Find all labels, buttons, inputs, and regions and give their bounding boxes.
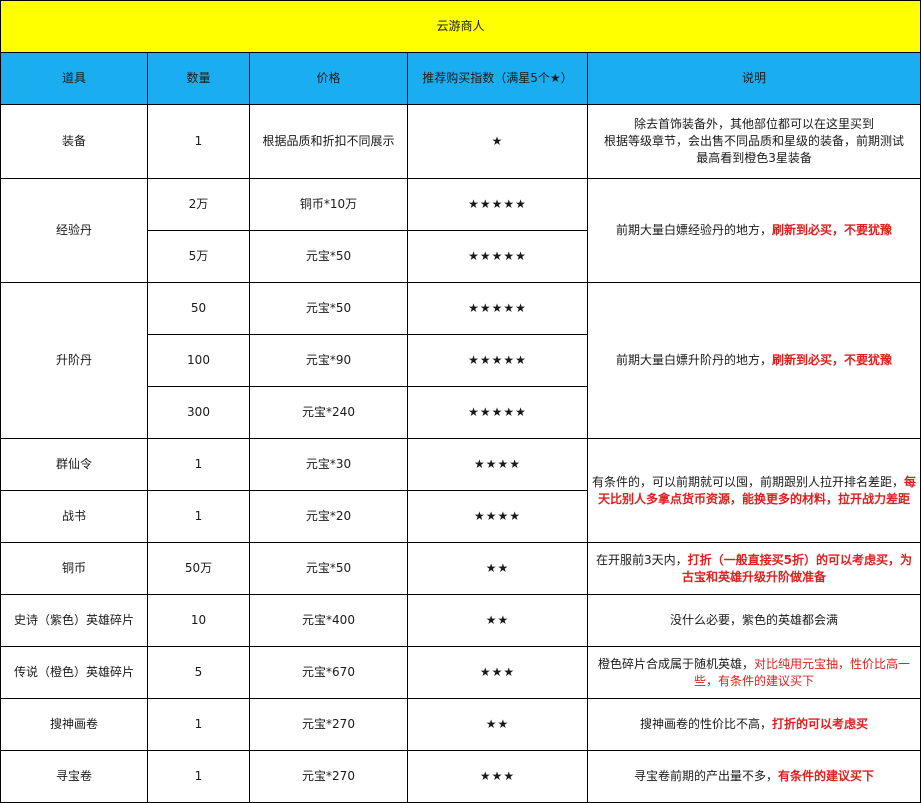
desc-text: 前期大量白嫖升阶丹的地方， (616, 353, 773, 367)
table-row: 铜币 50万 元宝*50 ★★ 在开服前3天内，打折（一般直接买5折）的可以考虑… (0, 542, 921, 595)
desc-text: 前期大量白嫖经验丹的地方， (616, 223, 773, 237)
price-cell: 元宝*270 (249, 698, 408, 751)
header-item: 道具 (0, 52, 148, 105)
desc-cell: 前期大量白嫖升阶丹的地方，刷新到必买，不要犹豫 (586, 282, 921, 439)
desc-text: 在开服前3天内， (596, 552, 688, 567)
rating-cell: ★★ (407, 698, 588, 751)
item-cell: 装备 (0, 104, 148, 179)
qty-cell: 5万 (147, 230, 250, 283)
desc-cell: 寻宝卷前期的产出量不多，有条件的建议买下 (586, 750, 921, 803)
price-cell: 铜币*10万 (249, 178, 408, 231)
item-cell: 传说（橙色）英雄碎片 (0, 646, 148, 699)
rating-cell: ★★★★ (407, 490, 588, 543)
table-row: 装备 1 根据品质和折扣不同展示 ★ 除去首饰装备外，其他部位都可以在这里买到 … (0, 104, 921, 179)
qty-cell: 1 (147, 698, 250, 751)
price-cell: 元宝*240 (249, 386, 408, 439)
qty-cell: 1 (147, 438, 250, 491)
desc-highlight: 刷新到必买，不要犹豫 (772, 223, 893, 237)
item-cell: 战书 (0, 490, 148, 543)
rating-cell: ★★★★★ (407, 282, 588, 335)
price-cell: 元宝*50 (249, 282, 408, 335)
qty-cell: 5 (147, 646, 250, 699)
rating-cell: ★★★★★ (407, 178, 588, 231)
header-price: 价格 (249, 52, 408, 105)
desc-cell: 前期大量白嫖经验丹的地方，刷新到必买，不要犹豫 (586, 178, 921, 283)
header-row: 道具 数量 价格 推荐购买指数（满星5个★） 说明 (0, 52, 921, 105)
item-cell: 寻宝卷 (0, 750, 148, 803)
price-cell: 元宝*670 (249, 646, 408, 699)
table-row: 经验丹 2万 铜币*10万 ★★★★★ 前期大量白嫖经验丹的地方，刷新到必买，不… (0, 178, 921, 283)
desc-line: 根据等级章节，会出售不同品质和星级的装备，前期测试 (604, 134, 905, 148)
table-row: 传说（橙色）英雄碎片 5 元宝*670 ★★★ 橙色碎片合成属于随机英雄，对比纯… (0, 646, 921, 699)
header-qty: 数量 (147, 52, 250, 105)
rating-cell: ★★★ (407, 646, 588, 699)
desc-cell: 橙色碎片合成属于随机英雄，对比纯用元宝抽，性价比高一些，有条件的建议买下 (586, 646, 921, 699)
desc-cell: 在开服前3天内，打折（一般直接买5折）的可以考虑买，为古宝和英雄升级升阶做准备 (586, 542, 921, 595)
qty-cell: 1 (147, 750, 250, 803)
price-cell: 元宝*270 (249, 750, 408, 803)
price-cell: 根据品质和折扣不同展示 (249, 104, 408, 179)
desc-cell: 有条件的，可以前期就可以囤，前期跟别人拉开排名差距，每天比别人多拿点货币资源，能… (586, 438, 921, 543)
item-cell: 搜神画卷 (0, 698, 148, 751)
desc-line: 最高看到橙色3星装备 (696, 151, 812, 165)
desc-text: 有条件的，可以前期就可以囤，前期跟别人拉开排名差距， (592, 474, 905, 489)
desc-cell: 除去首饰装备外，其他部位都可以在这里买到 根据等级章节，会出售不同品质和星级的装… (586, 104, 921, 179)
qty-cell: 300 (147, 386, 250, 439)
desc-cell: 搜神画卷的性价比不高，打折的可以考虑买 (586, 698, 921, 751)
item-cell: 史诗（紫色）英雄碎片 (0, 594, 148, 647)
header-desc: 说明 (586, 52, 921, 105)
rating-cell: ★★ (407, 542, 588, 595)
table-row: 群仙令 1 元宝*30 ★★★★ 有条件的，可以前期就可以囤，前期跟别人拉开排名… (0, 438, 921, 543)
price-cell: 元宝*50 (249, 230, 408, 283)
merchant-table: 云游商人 道具 数量 价格 推荐购买指数（满星5个★） 说明 装备 1 根据品质… (0, 0, 921, 803)
desc-text: 搜神画卷的性价比不高， (640, 717, 773, 731)
qty-cell: 50 (147, 282, 250, 335)
item-cell: 经验丹 (0, 178, 148, 283)
qty-cell: 100 (147, 334, 250, 387)
table-row: 寻宝卷 1 元宝*270 ★★★ 寻宝卷前期的产出量不多，有条件的建议买下 (0, 750, 921, 803)
rating-cell: ★ (407, 104, 588, 179)
desc-highlight: 刷新到必买，不要犹豫 (772, 353, 893, 367)
price-cell: 元宝*50 (249, 542, 408, 595)
table-title: 云游商人 (0, 0, 921, 53)
item-cell: 群仙令 (0, 438, 148, 491)
rating-cell: ★★★★★ (407, 230, 588, 283)
rating-cell: ★★★ (407, 750, 588, 803)
header-rating: 推荐购买指数（满星5个★） (407, 52, 588, 105)
rating-cell: ★★★★ (407, 438, 588, 491)
desc-cell: 没什么必要，紫色的英雄都会满 (586, 594, 921, 647)
price-cell: 元宝*400 (249, 594, 408, 647)
rating-cell: ★★ (407, 594, 588, 647)
table-row: 升阶丹 50 元宝*50 ★★★★★ 前期大量白嫖升阶丹的地方，刷新到必买，不要… (0, 282, 921, 439)
desc-highlight: 打折（一般直接买5折）的可以考虑买，为古宝和英雄升级升阶做准备 (682, 552, 913, 584)
item-cell: 铜币 (0, 542, 148, 595)
desc-line: 除去首饰装备外，其他部位都可以在这里买到 (634, 117, 875, 131)
desc-highlight: 打折的可以考虑买 (772, 717, 869, 731)
qty-cell: 10 (147, 594, 250, 647)
desc-text: 寻宝卷前期的产出量不多， (634, 769, 779, 783)
qty-cell: 50万 (147, 542, 250, 595)
desc-text: 橙色碎片合成属于随机英雄， (598, 656, 755, 671)
price-cell: 元宝*30 (249, 438, 408, 491)
rating-cell: ★★★★★ (407, 386, 588, 439)
desc-text: 没什么必要，紫色的英雄都会满 (670, 613, 839, 627)
qty-cell: 1 (147, 490, 250, 543)
rating-cell: ★★★★★ (407, 334, 588, 387)
qty-cell: 1 (147, 104, 250, 179)
title-row: 云游商人 (0, 0, 921, 53)
price-cell: 元宝*90 (249, 334, 408, 387)
item-cell: 升阶丹 (0, 282, 148, 439)
table-row: 搜神画卷 1 元宝*270 ★★ 搜神画卷的性价比不高，打折的可以考虑买 (0, 698, 921, 751)
table-row: 史诗（紫色）英雄碎片 10 元宝*400 ★★ 没什么必要，紫色的英雄都会满 (0, 594, 921, 647)
desc-highlight: 有条件的建议买下 (778, 769, 875, 783)
price-cell: 元宝*20 (249, 490, 408, 543)
qty-cell: 2万 (147, 178, 250, 231)
